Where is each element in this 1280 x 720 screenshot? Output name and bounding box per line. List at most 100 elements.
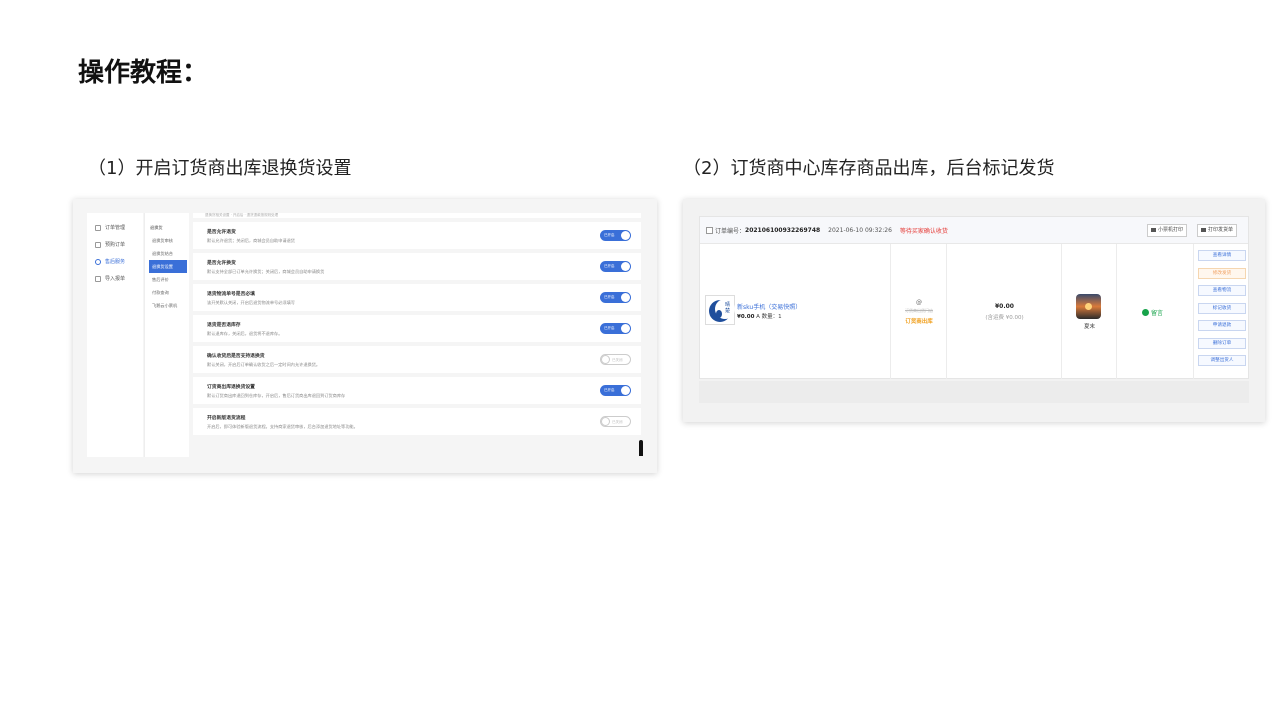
- setting-row: 开启新版退货流程 开启后，即可体验新版退货流程。支持商家退货审核，后台添加退货地址…: [193, 408, 641, 435]
- order-card: 订单编号： 2021061009322697​48 2021-06-10 09:…: [699, 216, 1249, 379]
- buyer-name: 夏末: [1083, 324, 1095, 330]
- toggle-label: 已开启: [604, 264, 615, 268]
- cursor-icon: [639, 440, 643, 456]
- buyer-cell: 夏末: [1062, 244, 1117, 379]
- warehouse-cell: @ 订货商出货门店 订货商出库: [891, 244, 947, 379]
- order-action-button[interactable]: 标记收货: [1198, 302, 1246, 314]
- order-footer: [699, 381, 1249, 403]
- warehouse-store: 订货商出货门店: [905, 308, 933, 313]
- product-price-line: ¥0.00 A 数量：1: [737, 312, 782, 320]
- setting-title: 开启新版退货流程: [207, 416, 246, 421]
- ticket-print-button[interactable]: 小票机打印: [1147, 224, 1188, 237]
- setting-desc: 默认订货商出库退回到仓库存，开启后，售后订货商出库退回到订货商库存: [207, 393, 346, 398]
- sub-item-payment[interactable]: 付款查询: [145, 286, 189, 299]
- setting-row: 是否允许换货默认支持全部已订单允许换货；关闭后，商城会员自助申请换货 已开启: [193, 253, 641, 280]
- order-header: 订单编号： 2021061009322697​48 2021-06-10 09:…: [700, 217, 1248, 244]
- order-checkbox[interactable]: [706, 226, 713, 234]
- setting-row: 确认收货后是否支持退换货默认关闭，开启后订单确认收货之后一定时间内允许退换货。 已…: [193, 346, 641, 373]
- toggle-label: 已关闭: [612, 420, 623, 424]
- order-action-button[interactable]: 删除订单: [1198, 337, 1246, 349]
- order-number: 2021061009322697​48: [745, 226, 821, 234]
- sidebar-item-label: 售后服务: [105, 259, 126, 265]
- setting-toggle[interactable]: 已开启: [600, 292, 631, 303]
- settings-panel: 退换货相关设置 · 开启后 · 退货退款按规则处理 是否允许退货 默认允许退货；关…: [193, 213, 641, 457]
- sidebar-item-label: 订单管理: [105, 225, 126, 231]
- order-screenshot: 订单编号： 2021061009322697​48 2021-06-10 09:…: [683, 199, 1265, 422]
- actions-cell: 查看详情修改发货查看物流标记收货申请退款删除订单调整出货人: [1194, 244, 1250, 379]
- setting-toggle[interactable]: 已开启: [600, 230, 631, 241]
- order-time: 2021-06-10 09:32:26: [828, 226, 892, 234]
- order-icon: [95, 224, 101, 231]
- warehouse-at: @: [916, 299, 922, 306]
- order-amount: ¥0.00: [995, 303, 1014, 310]
- toggle-knob: [601, 355, 610, 364]
- toggle-knob: [601, 417, 610, 426]
- order-action-button[interactable]: 修改发货: [1198, 267, 1246, 279]
- message-link[interactable]: 留言: [1142, 308, 1163, 317]
- drop-icon: [716, 310, 722, 318]
- sidebar-item-import[interactable]: 导入报单: [87, 270, 143, 287]
- order-action-button[interactable]: 查看物流: [1198, 285, 1246, 296]
- product-cell: 晴楚 新sku手机（交易快照） ¥0.00 A 数量：1: [700, 244, 891, 379]
- button-label: 打印发货单: [1208, 227, 1234, 233]
- setting-desc: 默认关闭，开启后订单确认收货之后一定时间内允许退换货。: [207, 362, 321, 367]
- wechat-icon: [1142, 309, 1149, 316]
- order-action-button[interactable]: 查看详情: [1198, 250, 1246, 261]
- setting-title: 退货是否退库存: [207, 323, 241, 328]
- page-title: 操作教程：: [78, 58, 209, 88]
- shipping-fee: (含运费 ¥0.00): [985, 315, 1024, 321]
- message-label: 留言: [1151, 310, 1164, 317]
- toggle-knob: [621, 231, 630, 240]
- sub-item-combine[interactable]: 退换货结合: [145, 247, 189, 260]
- setting-row: 退货是否退库存默认退库存，关闭后，退货将不退库存。 已开启: [193, 315, 641, 342]
- order-body: 晴楚 新sku手机（交易快照） ¥0.00 A 数量：1 @ 订货商出货门店 订…: [700, 244, 1248, 379]
- logo-text: 晴楚: [725, 302, 731, 314]
- setting-toggle[interactable]: 已开启: [600, 261, 631, 272]
- sub-item-review[interactable]: 退换货审核: [145, 234, 189, 247]
- order-number-label: 订单编号：: [715, 227, 746, 235]
- toggle-label: 已开启: [604, 233, 615, 237]
- setting-row: 退货物流单号是否必填 该开关默认关闭，开启后退货物流单号必须填写 已开启: [193, 284, 641, 311]
- sub-item-settings[interactable]: 退换货设置: [149, 260, 187, 273]
- aftersale-icon: [95, 258, 101, 265]
- product-image[interactable]: 晴楚: [705, 295, 735, 325]
- sidebar-item-label: 预购订单: [105, 242, 126, 248]
- sidebar-item-preorders[interactable]: 预购订单: [87, 236, 143, 253]
- setting-row: 是否允许退货默认允许退货；关闭后，商城会员自助申请退货 已开启: [193, 222, 641, 249]
- product-spec: A 数量：1: [756, 314, 782, 320]
- step2-caption: （2）订货商中心库存商品出库，后台标记发货: [683, 158, 1055, 179]
- setting-toggle[interactable]: 已开启: [600, 323, 631, 334]
- setting-title: 是否允许退货: [207, 230, 236, 235]
- setting-row: 订货商出库退换货设置 默认订货商出库退回到仓库存，开启后，售后订货商出库退回到订货…: [193, 377, 641, 404]
- sidebar-item-aftersale[interactable]: 售后服务: [87, 253, 143, 270]
- toggle-label: 已开启: [604, 388, 615, 392]
- setting-desc: 默认支持全部已订单允许换货；关闭后，商城会员自助申请换货: [207, 269, 325, 274]
- printer-icon: [1151, 227, 1156, 232]
- setting-title: 确认收货后是否支持退换货: [207, 354, 265, 359]
- toggle-label: 已开启: [604, 326, 615, 330]
- sub-item-returns[interactable]: 退换货: [145, 221, 189, 234]
- order-action-button[interactable]: 申请退款: [1198, 320, 1246, 331]
- setting-toggle[interactable]: 已关闭: [600, 354, 631, 365]
- setting-title: 是否允许换货: [207, 261, 236, 266]
- button-label: 小票机打印: [1158, 227, 1184, 233]
- sub-item-rating[interactable]: 售后评价: [145, 273, 189, 286]
- sub-item-printer[interactable]: 飞鹅云小票机: [145, 299, 189, 312]
- product-name-link[interactable]: 新sku手机（交易快照）: [737, 302, 801, 311]
- setting-title: 退货物流单号是否必填: [207, 292, 255, 297]
- print-invoice-button[interactable]: 打印发货单: [1197, 224, 1238, 237]
- sidebar-item-orders[interactable]: 订单管理: [87, 219, 143, 236]
- setting-desc: 默认允许退货；关闭后，商城会员自助申请退货: [207, 238, 295, 243]
- setting-toggle[interactable]: 已开启: [600, 385, 631, 396]
- sun-image: [1085, 303, 1092, 310]
- setting-desc: 默认退库存，关闭后，退货将不退库存。: [207, 331, 283, 336]
- main-sidebar: 订单管理 预购订单 售后服务 导入报单: [87, 213, 143, 457]
- setting-toggle[interactable]: 已关闭: [600, 416, 631, 427]
- warehouse-label: 订货商出库: [905, 319, 933, 325]
- slide: 操作教程： （1）开启订货商出库退换货设置 （2）订货商中心库存商品出库，后台标…: [0, 0, 1280, 720]
- settings-list: 是否允许退货 默认允许退货；关闭后，商城会员自助申请退货 已开启 是否允许换货 默认支持…: [193, 222, 641, 435]
- settings-screenshot: 订单管理 预购订单 售后服务 导入报单 退换货 退换货审核 退换货结合 退换货设…: [73, 199, 657, 473]
- toggle-knob: [621, 262, 630, 271]
- order-action-button[interactable]: 调整出货人: [1198, 355, 1246, 366]
- toggle-knob: [621, 386, 630, 395]
